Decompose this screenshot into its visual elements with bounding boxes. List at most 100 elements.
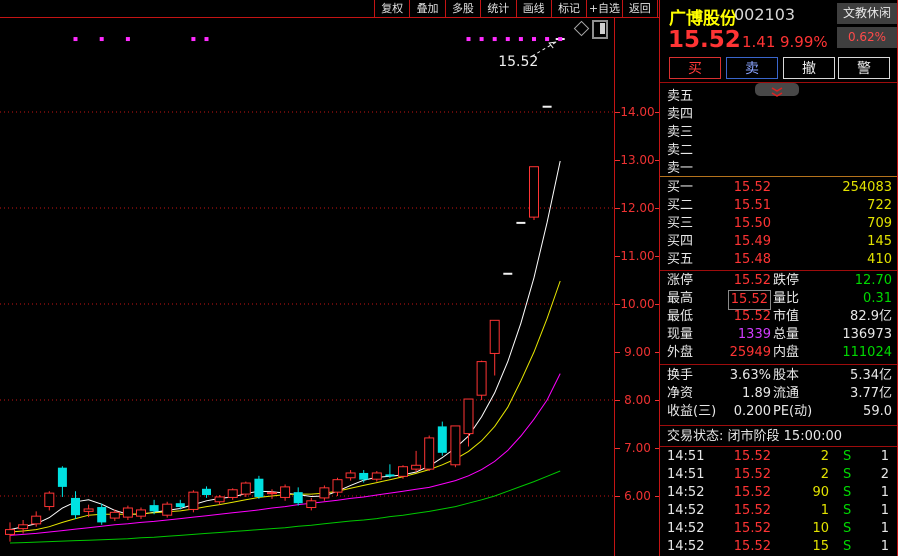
candle-up: [333, 480, 342, 492]
tick-row[interactable]: 14:5115.522S1: [660, 448, 897, 466]
stat-value: 3.77亿: [850, 385, 892, 403]
level-price: 15.51: [734, 197, 771, 215]
cancel-order-button[interactable]: 撤: [783, 57, 835, 79]
limit-up-dot: [74, 37, 78, 41]
limit-up-dot: [493, 37, 497, 41]
kline-chart[interactable]: 15.52: [0, 18, 614, 556]
tick-price: 15.52: [734, 448, 771, 466]
axis-price-label: 9.00: [615, 345, 660, 359]
fundamental-row: 净资1.89流通3.77亿: [660, 385, 897, 403]
trading-app-window: 复权叠加多股统计画线标记+自选返回 15.52 14.0013.0012.001…: [0, 0, 898, 556]
last-price: 15.52: [668, 27, 741, 53]
limit-up-dot: [480, 37, 484, 41]
candle-up: [110, 512, 119, 518]
candle-up: [399, 467, 408, 477]
buy-button[interactable]: 买: [669, 57, 721, 79]
axis-price-label: 14.00: [615, 105, 660, 119]
candle-up: [372, 473, 381, 479]
stat-label: 外盘: [667, 344, 693, 362]
tick-side: S: [843, 502, 851, 520]
toolbar-item-叠加[interactable]: 叠加: [409, 0, 444, 17]
candle-up: [464, 399, 473, 434]
bid-row[interactable]: 买二15.51722: [660, 197, 897, 215]
stat-value: 111024: [842, 344, 892, 362]
bid-row[interactable]: 买四15.49145: [660, 233, 897, 251]
sector-chip[interactable]: 文教休闲: [837, 3, 897, 24]
stat-label: 股本: [773, 367, 799, 385]
bid-row[interactable]: 买一15.52254083: [660, 179, 897, 197]
stat-value: 136973: [842, 326, 892, 344]
tick-row[interactable]: 14:5115.522S2: [660, 466, 897, 484]
bid-row[interactable]: 买五15.48410: [660, 251, 897, 269]
alert-button[interactable]: 警: [838, 57, 890, 79]
ask-row[interactable]: 卖二: [660, 142, 897, 160]
stat-label: 流通: [773, 385, 799, 403]
tick-count: 1: [881, 502, 889, 520]
tick-side: S: [843, 538, 851, 556]
candle-up: [320, 488, 329, 498]
ask-row[interactable]: 卖三: [660, 124, 897, 142]
stock-code: 002103: [734, 5, 795, 24]
toolbar-item-返回[interactable]: 返回: [622, 0, 658, 17]
stat-label: 总量: [773, 326, 799, 344]
level-volume: 410: [867, 251, 892, 269]
candle-up: [189, 492, 198, 509]
stat-value: 1.89: [742, 385, 771, 403]
level-price: 15.52: [734, 179, 771, 197]
tick-count: 2: [881, 466, 889, 484]
fundamental-row: 换手3.63%股本5.34亿: [660, 367, 897, 385]
tick-row[interactable]: 14:5215.5290S1: [660, 484, 897, 502]
ask-row[interactable]: 卖五: [660, 88, 897, 106]
axis-price-label: 12.00: [615, 201, 660, 215]
candle-up: [307, 501, 316, 508]
session-label: 交易状态:: [667, 429, 723, 444]
candle-up: [268, 493, 277, 494]
price-axis: 14.0013.0012.0011.0010.009.008.007.006.0…: [614, 18, 660, 556]
quote-panel: 广博股份 002103 文教休闲 0.62% 15.52 1.41 9.99% …: [659, 0, 898, 556]
annotation-price-label: 15.52: [498, 54, 538, 70]
tick-time: 14:52: [667, 520, 704, 538]
axis-price-label: 7.00: [615, 441, 660, 455]
tick-volume: 1: [821, 502, 829, 520]
ask-row[interactable]: 卖四: [660, 106, 897, 124]
tick-row[interactable]: 14:5215.521S1: [660, 502, 897, 520]
stat-value: 3.63%: [730, 367, 771, 385]
stat-label: 换手: [667, 367, 693, 385]
candle-up: [425, 438, 434, 469]
candle-up: [530, 167, 539, 217]
stat-label: 最高: [667, 290, 693, 308]
stat-value: 15.52: [728, 290, 771, 310]
toolbar-item-复权[interactable]: 复权: [374, 0, 409, 17]
limit-up-dot: [126, 37, 130, 41]
bid-row[interactable]: 买三15.50709: [660, 215, 897, 233]
limit-up-dot: [467, 37, 471, 41]
tick-time: 14:51: [667, 466, 704, 484]
candle-up: [412, 465, 421, 469]
candle-up: [241, 483, 250, 494]
sector-change-chip: 0.62%: [837, 27, 897, 48]
level-volume: 254083: [842, 179, 892, 197]
stat-label: 涨停: [667, 272, 693, 290]
tick-time: 14:52: [667, 502, 704, 520]
axis-tick: [615, 256, 620, 257]
tick-price: 15.52: [734, 466, 771, 484]
toolbar-item-统计[interactable]: 统计: [480, 0, 515, 17]
tick-row[interactable]: 14:5215.5210S1: [660, 520, 897, 538]
sell-button[interactable]: 卖: [726, 57, 778, 79]
tick-row[interactable]: 14:5215.5215S1: [660, 538, 897, 556]
stat-label: PE(动): [773, 403, 812, 421]
tick-side: S: [843, 466, 851, 484]
divider: [660, 270, 897, 271]
toolbar-item-+自选[interactable]: +自选: [586, 0, 621, 17]
kline-chart-area[interactable]: 15.52: [0, 18, 614, 556]
candle-up: [281, 487, 290, 498]
level-volume: 145: [867, 233, 892, 251]
toolbar-item-画线[interactable]: 画线: [516, 0, 551, 17]
toolbar-item-多股[interactable]: 多股: [445, 0, 480, 17]
candle-down: [176, 503, 185, 507]
page-layout-icon[interactable]: [592, 20, 608, 39]
stat-value: 1339: [738, 326, 771, 344]
candle-up: [84, 509, 93, 511]
toolbar-item-标记[interactable]: 标记: [551, 0, 586, 17]
axis-tick: [615, 352, 620, 353]
